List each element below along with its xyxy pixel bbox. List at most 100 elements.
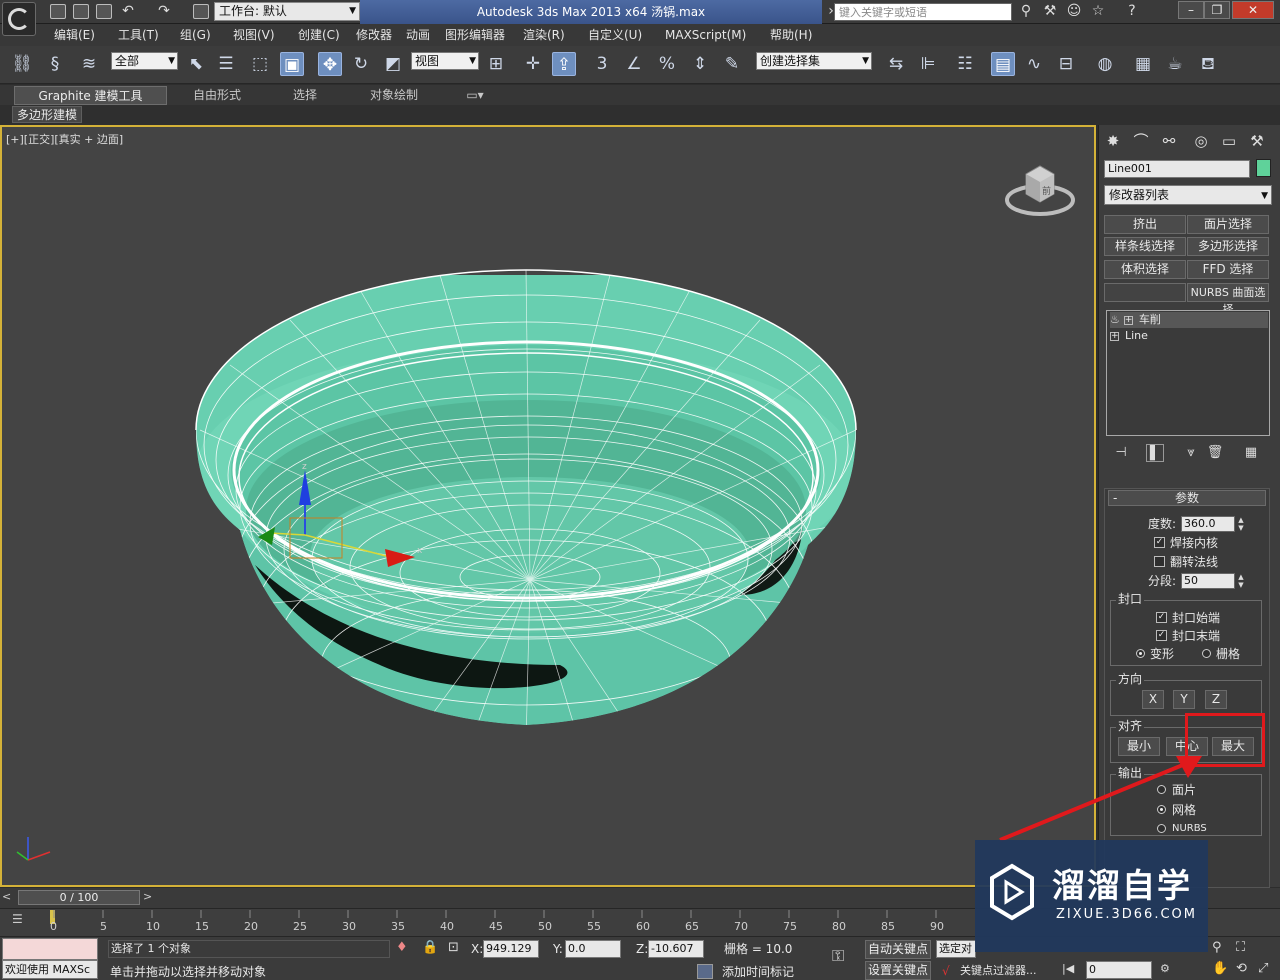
angle-snap-icon[interactable]: ∠: [622, 52, 646, 76]
create-tab-icon[interactable]: ✸: [1102, 130, 1124, 152]
pin-stack-icon[interactable]: ⊣: [1112, 444, 1130, 462]
expand-icon[interactable]: +: [1110, 331, 1119, 341]
zoom-icon[interactable]: ⚲: [1212, 940, 1222, 955]
poly-select-button[interactable]: 多边形选择: [1187, 237, 1269, 256]
keyboard-shortcut-icon[interactable]: ⇪: [552, 52, 576, 76]
grid-radio[interactable]: [1202, 649, 1211, 658]
link-icon[interactable]: ⛓: [10, 52, 34, 76]
cap-end-checkbox[interactable]: ✓: [1156, 630, 1167, 641]
project-folder-icon[interactable]: [193, 4, 209, 19]
direction-z-button[interactable]: Z: [1205, 690, 1227, 709]
rotate-icon[interactable]: ↻: [349, 52, 373, 76]
menu-create[interactable]: 创建(C): [298, 24, 340, 46]
stack-item-line[interactable]: + Line: [1110, 328, 1268, 344]
spline-select-button[interactable]: 样条线选择: [1104, 237, 1186, 256]
menu-animation[interactable]: 动画: [406, 24, 430, 46]
named-selection-dropdown[interactable]: 创建选择集: [756, 52, 872, 70]
segments-spinner-icon[interactable]: ▲ ▼: [1237, 573, 1245, 589]
key-icon[interactable]: ⚿: [832, 946, 844, 966]
layer-manager-icon[interactable]: ☷: [953, 52, 977, 76]
tab-object-paint[interactable]: 对象绘制: [356, 86, 432, 105]
display-tab-icon[interactable]: ▭: [1218, 130, 1240, 152]
selection-filter-dropdown[interactable]: 全部: [111, 52, 178, 70]
key-filter-icon[interactable]: √: [942, 963, 950, 979]
mirror-icon[interactable]: ⇆: [884, 52, 908, 76]
weld-core-checkbox[interactable]: ✓: [1154, 537, 1165, 548]
set-key-button[interactable]: 设置关键点: [865, 961, 931, 980]
minimize-button[interactable]: –: [1178, 1, 1204, 19]
restore-button[interactable]: ❐: [1204, 1, 1230, 19]
motion-tab-icon[interactable]: ◎: [1190, 130, 1212, 152]
menu-graph-editors[interactable]: 图形编辑器: [445, 24, 505, 46]
bind-space-warp-icon[interactable]: ≋: [77, 52, 101, 76]
current-frame-field[interactable]: 0: [1086, 961, 1152, 979]
volume-select-button[interactable]: 体积选择: [1104, 260, 1186, 279]
percent-snap-icon[interactable]: %: [655, 52, 679, 76]
zoom-extents-icon[interactable]: ⛶: [1236, 940, 1245, 955]
z-coordinate-field[interactable]: -10.607: [648, 940, 704, 958]
scale-icon[interactable]: ◩: [381, 52, 405, 76]
pivot-center-icon[interactable]: ⊞: [484, 52, 508, 76]
tab-freeform[interactable]: 自由形式: [180, 86, 254, 105]
save-icon[interactable]: [96, 4, 112, 19]
utilities-tab-icon[interactable]: ⚒: [1246, 130, 1268, 152]
render-production-icon[interactable]: ⛾: [1196, 52, 1220, 76]
rendered-frame-icon[interactable]: ☕: [1163, 52, 1187, 76]
close-button[interactable]: ✕: [1232, 1, 1274, 19]
empty-modifier-button[interactable]: [1104, 283, 1186, 302]
direction-x-button[interactable]: X: [1142, 690, 1164, 709]
modify-tab-icon[interactable]: ⌒: [1130, 130, 1152, 152]
nurbs-surface-select-button[interactable]: NURBS 曲面选择: [1187, 283, 1269, 316]
prev-frame-icon[interactable]: <: [2, 890, 11, 903]
extrude-button[interactable]: 挤出: [1104, 215, 1186, 234]
absolute-mode-icon[interactable]: ⊡: [448, 940, 459, 955]
isolate-selection-icon[interactable]: ♦: [396, 940, 408, 955]
spinner-snap-icon[interactable]: ⇕: [688, 52, 712, 76]
schematic-view-icon[interactable]: ⊟: [1054, 52, 1078, 76]
degrees-spinner-icon[interactable]: ▲ ▼: [1237, 516, 1245, 532]
make-unique-icon[interactable]: ⩔: [1182, 444, 1200, 462]
flip-normals-checkbox[interactable]: [1154, 556, 1165, 567]
material-editor-icon[interactable]: ◍: [1093, 52, 1117, 76]
unlink-icon[interactable]: §: [43, 52, 67, 76]
cap-start-checkbox[interactable]: ✓: [1156, 612, 1167, 623]
stack-item-lathe[interactable]: ♨ + 车削: [1110, 312, 1268, 328]
next-frame-icon[interactable]: >: [143, 890, 152, 903]
new-file-icon[interactable]: [50, 4, 66, 19]
object-color-swatch[interactable]: [1256, 159, 1271, 177]
add-time-tag-label[interactable]: 添加时间标记: [722, 964, 794, 980]
lightbulb-icon[interactable]: ♨: [1110, 313, 1120, 326]
star-icon[interactable]: ☆: [1090, 3, 1106, 19]
redo-icon[interactable]: ↷: [156, 3, 172, 19]
goto-start-icon[interactable]: |◀: [1062, 962, 1074, 975]
menu-maxscript[interactable]: MAXScript(M): [665, 24, 746, 46]
menu-tools[interactable]: 工具(T): [118, 24, 159, 46]
parameters-header[interactable]: - 参数: [1108, 490, 1266, 506]
maxscript-mini-listener[interactable]: 欢迎使用 MAXSc: [2, 960, 98, 979]
menu-rendering[interactable]: 渲染(R): [523, 24, 565, 46]
degrees-input[interactable]: 360.0: [1181, 516, 1235, 532]
auto-key-button[interactable]: 自动关键点: [865, 940, 931, 959]
configure-sets-icon[interactable]: ▦: [1242, 444, 1260, 462]
selection-set-dropdown[interactable]: 选定对: [936, 940, 976, 958]
tools-icon[interactable]: ⚒: [1042, 3, 1058, 19]
hierarchy-tab-icon[interactable]: ⚯: [1158, 130, 1180, 152]
undo-icon[interactable]: ↶: [120, 3, 136, 19]
users-icon[interactable]: ☺: [1066, 3, 1082, 19]
maximize-viewport-icon[interactable]: ⤢: [1258, 961, 1268, 976]
show-end-result-icon[interactable]: ▌: [1146, 444, 1164, 462]
menu-edit[interactable]: 编辑(E): [54, 24, 95, 46]
menu-modifiers[interactable]: 修改器: [356, 24, 392, 46]
select-by-name-icon[interactable]: ☰: [214, 52, 238, 76]
rect-selection-icon[interactable]: ⬚: [248, 52, 272, 76]
track-menu-icon[interactable]: ☰: [12, 912, 23, 926]
time-tag-icon[interactable]: [697, 964, 713, 979]
polygon-modeling-panel[interactable]: 多边形建模: [12, 106, 83, 123]
tab-graphite[interactable]: Graphite 建模工具: [14, 86, 167, 105]
segments-input[interactable]: 50: [1181, 573, 1235, 589]
curve-editor-icon[interactable]: ∿: [1022, 52, 1046, 76]
render-setup-icon[interactable]: ▦: [1131, 52, 1155, 76]
binoculars-icon[interactable]: ⚲: [1018, 3, 1034, 19]
collapse-icon[interactable]: -: [1113, 491, 1117, 505]
align-icon[interactable]: ⊫: [916, 52, 940, 76]
